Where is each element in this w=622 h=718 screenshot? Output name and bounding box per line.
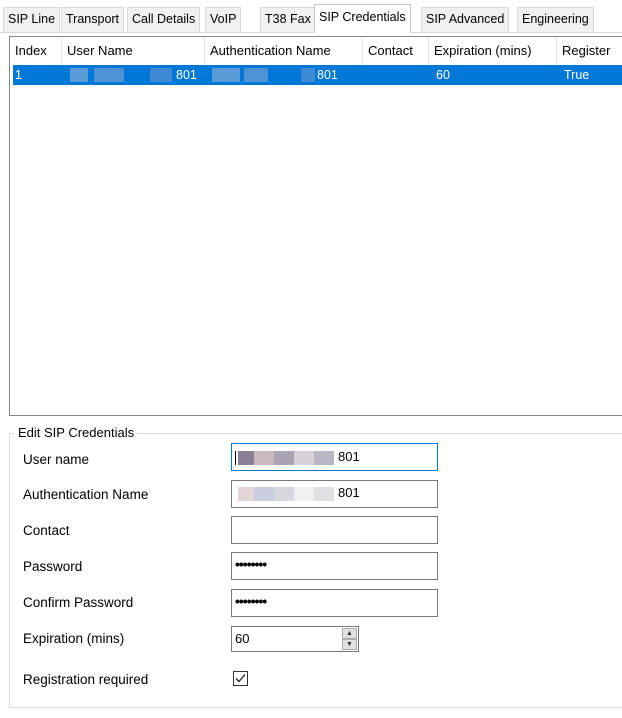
redacted-block (294, 451, 314, 465)
column-header-authentication-name[interactable]: Authentication Name (205, 37, 363, 65)
redacted-block (314, 451, 334, 465)
expiration-stepper[interactable]: 60 ▲ ▼ (231, 626, 359, 652)
text-cursor (235, 451, 236, 465)
redacted-block (274, 451, 294, 465)
tab-voip[interactable]: VoIP (205, 7, 242, 32)
redacted-block (254, 451, 274, 465)
tab-strip: SIP Line Transport Call Details VoIP T38… (0, 0, 622, 33)
redacted-block (254, 487, 274, 501)
cell-index: 1 (15, 68, 22, 82)
table-row[interactable]: 1 801 801 60 True (13, 65, 622, 85)
cell-user-name: 801 (176, 68, 197, 82)
tab-t38-fax[interactable]: T38 Fax (260, 7, 316, 32)
redacted-block (314, 487, 334, 501)
redacted-block (212, 68, 240, 82)
redacted-block (70, 68, 88, 82)
expiration-label: Expiration (mins) (23, 631, 125, 646)
tab-engineering[interactable]: Engineering (517, 7, 594, 32)
column-header-user-name[interactable]: User Name (62, 37, 205, 65)
password-label: Password (23, 559, 83, 574)
cell-register: True (564, 68, 590, 82)
auth-name-input[interactable]: 801 (231, 480, 438, 508)
confirm-password-mask: •••••••• (235, 593, 267, 609)
stepper-up-icon[interactable]: ▲ (342, 628, 357, 639)
credentials-list[interactable]: Index User Name Authentication Name Cont… (9, 36, 622, 416)
tab-sip-line[interactable]: SIP Line (3, 7, 61, 32)
tab-sip-credentials[interactable]: SIP Credentials (314, 4, 411, 33)
group-title: Edit SIP Credentials (15, 425, 138, 440)
cell-expiration: 60 (436, 68, 450, 82)
cell-auth-name: 801 (317, 68, 338, 82)
list-header: Index User Name Authentication Name Cont… (10, 37, 622, 65)
contact-label: Contact (23, 523, 70, 538)
cell-contact (368, 65, 370, 85)
user-name-input[interactable]: 801 (231, 443, 438, 471)
stepper-down-icon[interactable]: ▼ (342, 639, 357, 650)
checkmark-icon (235, 674, 246, 683)
registration-required-checkbox[interactable] (233, 671, 248, 686)
redacted-block (244, 68, 268, 82)
confirm-password-input[interactable]: •••••••• (231, 589, 438, 617)
password-mask: •••••••• (235, 556, 267, 572)
redacted-block (150, 68, 172, 82)
user-name-label: User name (23, 452, 90, 467)
tab-sip-advanced[interactable]: SIP Advanced (421, 7, 510, 32)
contact-input[interactable] (231, 516, 438, 544)
confirm-password-label: Confirm Password (23, 595, 134, 610)
column-header-index[interactable]: Index (10, 37, 62, 65)
auth-name-value: 801 (338, 485, 360, 500)
registration-required-label: Registration required (23, 672, 149, 687)
column-header-register[interactable]: Register (557, 37, 622, 65)
column-header-expiration[interactable]: Expiration (mins) (429, 37, 557, 65)
user-name-value: 801 (338, 449, 360, 464)
column-header-contact[interactable]: Contact (363, 37, 429, 65)
tab-divider (0, 32, 622, 33)
redacted-block (238, 487, 254, 501)
tab-call-details[interactable]: Call Details (127, 7, 201, 32)
expiration-value: 60 (235, 631, 250, 646)
tab-transport[interactable]: Transport (61, 7, 125, 32)
redacted-block (238, 451, 254, 465)
stepper-buttons: ▲ ▼ (342, 628, 357, 650)
auth-name-label: Authentication Name (23, 487, 149, 502)
redacted-block (294, 487, 314, 501)
redacted-block (301, 68, 315, 82)
redacted-block (94, 68, 124, 82)
redacted-block (274, 487, 294, 501)
password-input[interactable]: •••••••• (231, 552, 438, 580)
